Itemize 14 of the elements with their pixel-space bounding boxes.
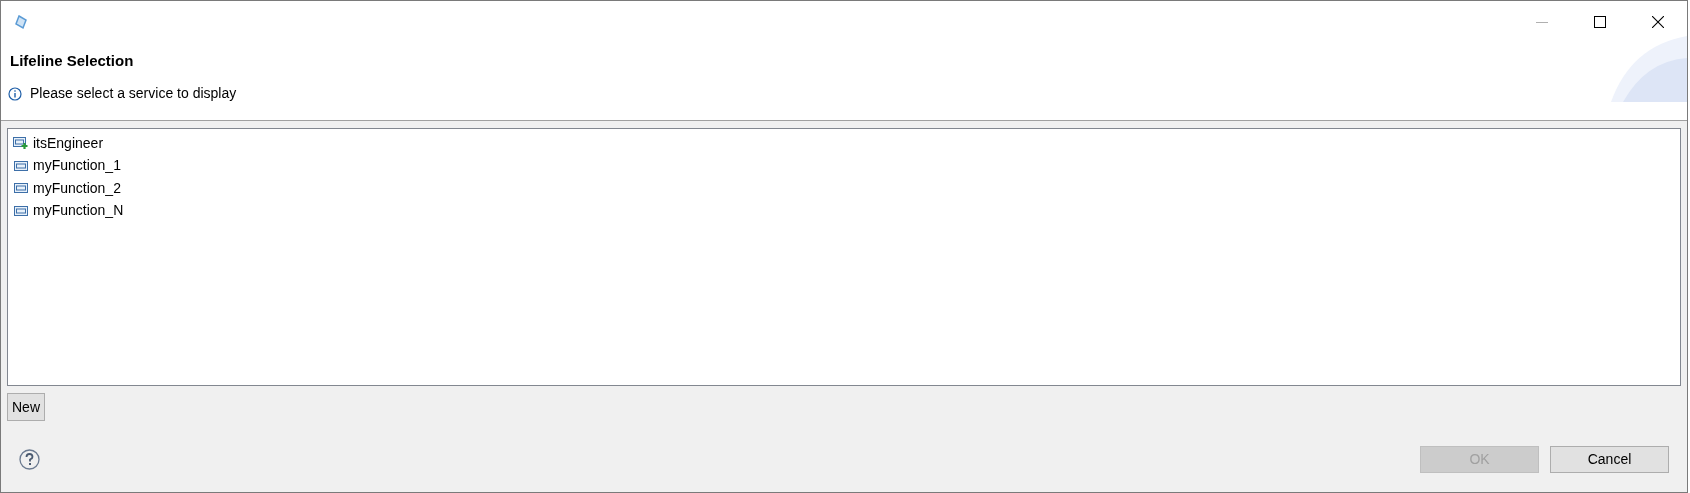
dialog-title: Lifeline Selection [10, 51, 134, 71]
app-icon [13, 14, 29, 30]
list-item[interactable]: myFunction_1 [33, 155, 121, 177]
dialog-message: Please select a service to display [30, 84, 237, 103]
info-icon [8, 86, 22, 101]
maximize-icon [1594, 16, 1606, 28]
list-item[interactable]: myFunction_N [33, 200, 124, 222]
new-button[interactable]: New [7, 393, 45, 421]
close-icon [1652, 16, 1664, 28]
list-item[interactable]: itsEngineer [33, 132, 104, 154]
help-icon[interactable] [19, 449, 40, 470]
list-item[interactable]: myFunction_2 [33, 177, 121, 199]
dialog-button[interactable]: Cancel [1550, 446, 1669, 473]
service-list[interactable]: itsEngineer myFunction_1 myFunction_2 myFunction_N [7, 128, 1681, 386]
